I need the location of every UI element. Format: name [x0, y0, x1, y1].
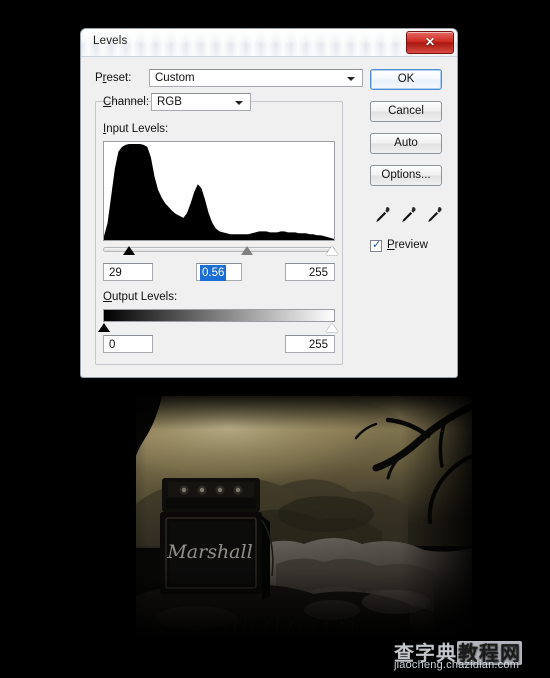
- preset-value: Custom: [155, 72, 195, 84]
- watermark: 查字典教程网 jiaocheng.chazidian.com: [394, 637, 546, 675]
- input-black-field[interactable]: 29: [103, 263, 153, 281]
- eyedropper-black-point-icon[interactable]: [373, 205, 391, 225]
- cancel-button[interactable]: Cancel: [370, 101, 442, 122]
- eyedropper-group: [373, 205, 443, 227]
- input-white-field[interactable]: 255: [285, 263, 335, 281]
- chevron-down-icon: [235, 101, 243, 105]
- input-gamma-handle[interactable]: [240, 246, 253, 255]
- channel-value: RGB: [157, 96, 182, 108]
- output-black-point-handle[interactable]: [98, 323, 111, 332]
- auto-button[interactable]: Auto: [370, 133, 442, 154]
- preset-label: Preset:: [95, 72, 132, 84]
- close-button[interactable]: ✕: [406, 31, 454, 54]
- output-white-point-handle[interactable]: [325, 323, 338, 332]
- output-levels-slider[interactable]: [98, 322, 338, 332]
- preset-dropdown[interactable]: Custom: [149, 69, 363, 87]
- input-white-point-handle[interactable]: [325, 246, 338, 255]
- preview-label: Preview: [387, 239, 428, 251]
- eyedropper-white-point-icon[interactable]: [425, 205, 443, 225]
- input-levels-label: Input Levels:: [103, 123, 169, 135]
- close-icon: ✕: [424, 35, 436, 49]
- channel-dropdown[interactable]: RGB: [151, 93, 251, 111]
- output-black-field[interactable]: 0: [103, 335, 153, 353]
- photo-preview: Marshall: [76, 396, 472, 636]
- ok-button[interactable]: OK: [370, 69, 442, 90]
- channel-row: Channel: RGB: [103, 93, 333, 113]
- histogram: [103, 141, 335, 241]
- preview-checkbox[interactable]: ✓: [370, 239, 382, 252]
- watermark-url: jiaocheng.chazidian.com: [394, 659, 520, 671]
- levels-dialog: Levels ✕ Preset: Custom Channel: RGB Inp…: [80, 28, 458, 378]
- eyedropper-gray-point-icon[interactable]: [399, 205, 417, 225]
- input-black-point-handle[interactable]: [123, 246, 136, 255]
- dialog-title: Levels: [93, 35, 128, 47]
- output-levels-gradient: [103, 309, 335, 322]
- dialog-body: Preset: Custom Channel: RGB Input Levels…: [81, 57, 457, 379]
- input-gamma-field[interactable]: 0.56: [196, 263, 242, 281]
- output-levels-label: Output Levels:: [103, 291, 178, 303]
- check-icon: ✓: [372, 239, 382, 251]
- chevron-down-icon: [347, 77, 355, 81]
- options-button[interactable]: Options...: [370, 165, 442, 186]
- input-slider-track: [103, 247, 335, 252]
- channel-label: Channel:: [103, 96, 150, 108]
- input-levels-slider[interactable]: [103, 245, 338, 255]
- output-white-field[interactable]: 255: [285, 335, 335, 353]
- dialog-titlebar[interactable]: Levels ✕: [81, 29, 457, 57]
